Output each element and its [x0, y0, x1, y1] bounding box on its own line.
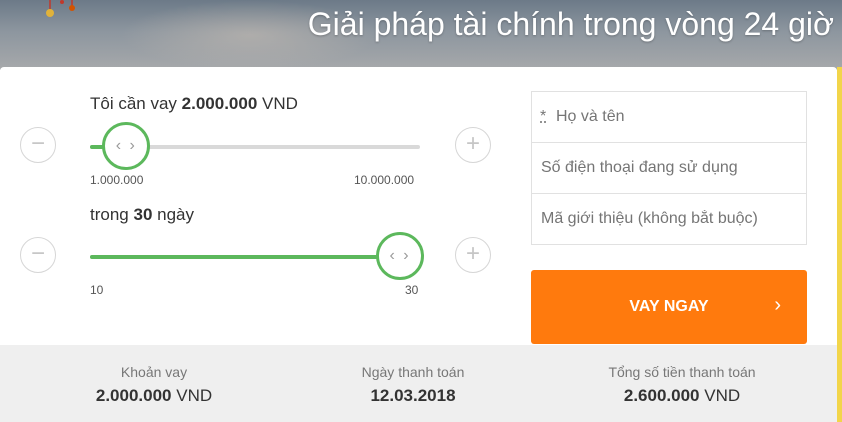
application-form	[531, 91, 807, 245]
term-max-label: 30	[405, 283, 419, 297]
summary-loan-amount: 2.000.000	[95, 386, 172, 405]
summary-due-label: Ngày thanh toán	[361, 364, 465, 380]
amount-label-prefix: Tôi cần vay	[90, 94, 177, 113]
minus-icon: −	[30, 240, 45, 267]
amount-increase-button[interactable]: +	[455, 127, 491, 163]
apply-now-button[interactable]: VAY NGAY ›	[531, 270, 807, 344]
term-decrease-button[interactable]: −	[20, 237, 56, 273]
summary-loan-label: Khoản vay	[120, 364, 188, 380]
amount-label: Tôi cần vay 2.000.000 VND	[90, 94, 298, 114]
apply-now-label: VAY NGAY	[629, 298, 709, 315]
term-label-prefix: trong	[90, 205, 129, 224]
required-marker: *	[540, 108, 547, 125]
summary-due-value: 12.03.2018	[313, 386, 513, 406]
amount-value: 2.000.000	[181, 94, 258, 113]
summary-due-date-value: 12.03.2018	[370, 386, 456, 405]
summary-due-date: Ngày thanh toán 12.03.2018	[313, 345, 513, 406]
term-increase-button[interactable]: +	[455, 237, 491, 273]
amount-max-label: 10.000.000	[354, 173, 415, 187]
summary-loan-value: 2.000.000 VND	[54, 386, 254, 406]
summary-total-unit: VND	[704, 386, 741, 405]
summary-total-amount: 2.600.000	[623, 386, 700, 405]
hero-title: Giải pháp tài chính trong vòng 24 giờ	[307, 6, 834, 42]
drag-arrows-icon: ‹ ›	[389, 247, 411, 264]
term-value: 30	[133, 205, 153, 224]
term-slider-track[interactable]	[90, 255, 420, 259]
referral-code-input[interactable]	[532, 194, 806, 244]
right-edge-strip	[837, 67, 842, 422]
drag-arrows-icon: ‹ ›	[115, 137, 137, 154]
chevron-right-icon: ›	[774, 294, 781, 316]
term-unit: ngày	[157, 205, 195, 224]
phone-input[interactable]	[532, 143, 806, 193]
term-slider-fill	[90, 255, 420, 259]
summary-total-value: 2.600.000 VND	[572, 386, 792, 406]
hero-banner: Giải pháp tài chính trong vòng 24 giờ	[0, 0, 842, 70]
summary-loan: Khoản vay 2.000.000 VND	[54, 345, 254, 406]
term-label: trong 30 ngày	[90, 205, 194, 225]
amount-decrease-button[interactable]: −	[20, 127, 56, 163]
amount-unit: VND	[262, 94, 298, 113]
term-min-label: 10	[90, 283, 104, 297]
term-slider-handle[interactable]: ‹ ›	[376, 232, 424, 280]
full-name-input[interactable]	[532, 92, 806, 142]
summary-loan-unit: VND	[176, 386, 213, 405]
summary-total-label: Tổng số tiền thanh toán	[608, 364, 756, 380]
plus-icon: +	[465, 130, 480, 157]
minus-icon: −	[30, 130, 45, 157]
plus-icon: +	[465, 240, 480, 267]
loan-summary-bar: Khoản vay 2.000.000 VND Ngày thanh toán …	[0, 345, 837, 422]
amount-min-label: 1.000.000	[90, 173, 144, 187]
summary-total: Tổng số tiền thanh toán 2.600.000 VND	[572, 345, 792, 406]
amount-slider-handle[interactable]: ‹ ›	[102, 122, 151, 170]
lantern-decoration-icon	[46, 0, 75, 17]
